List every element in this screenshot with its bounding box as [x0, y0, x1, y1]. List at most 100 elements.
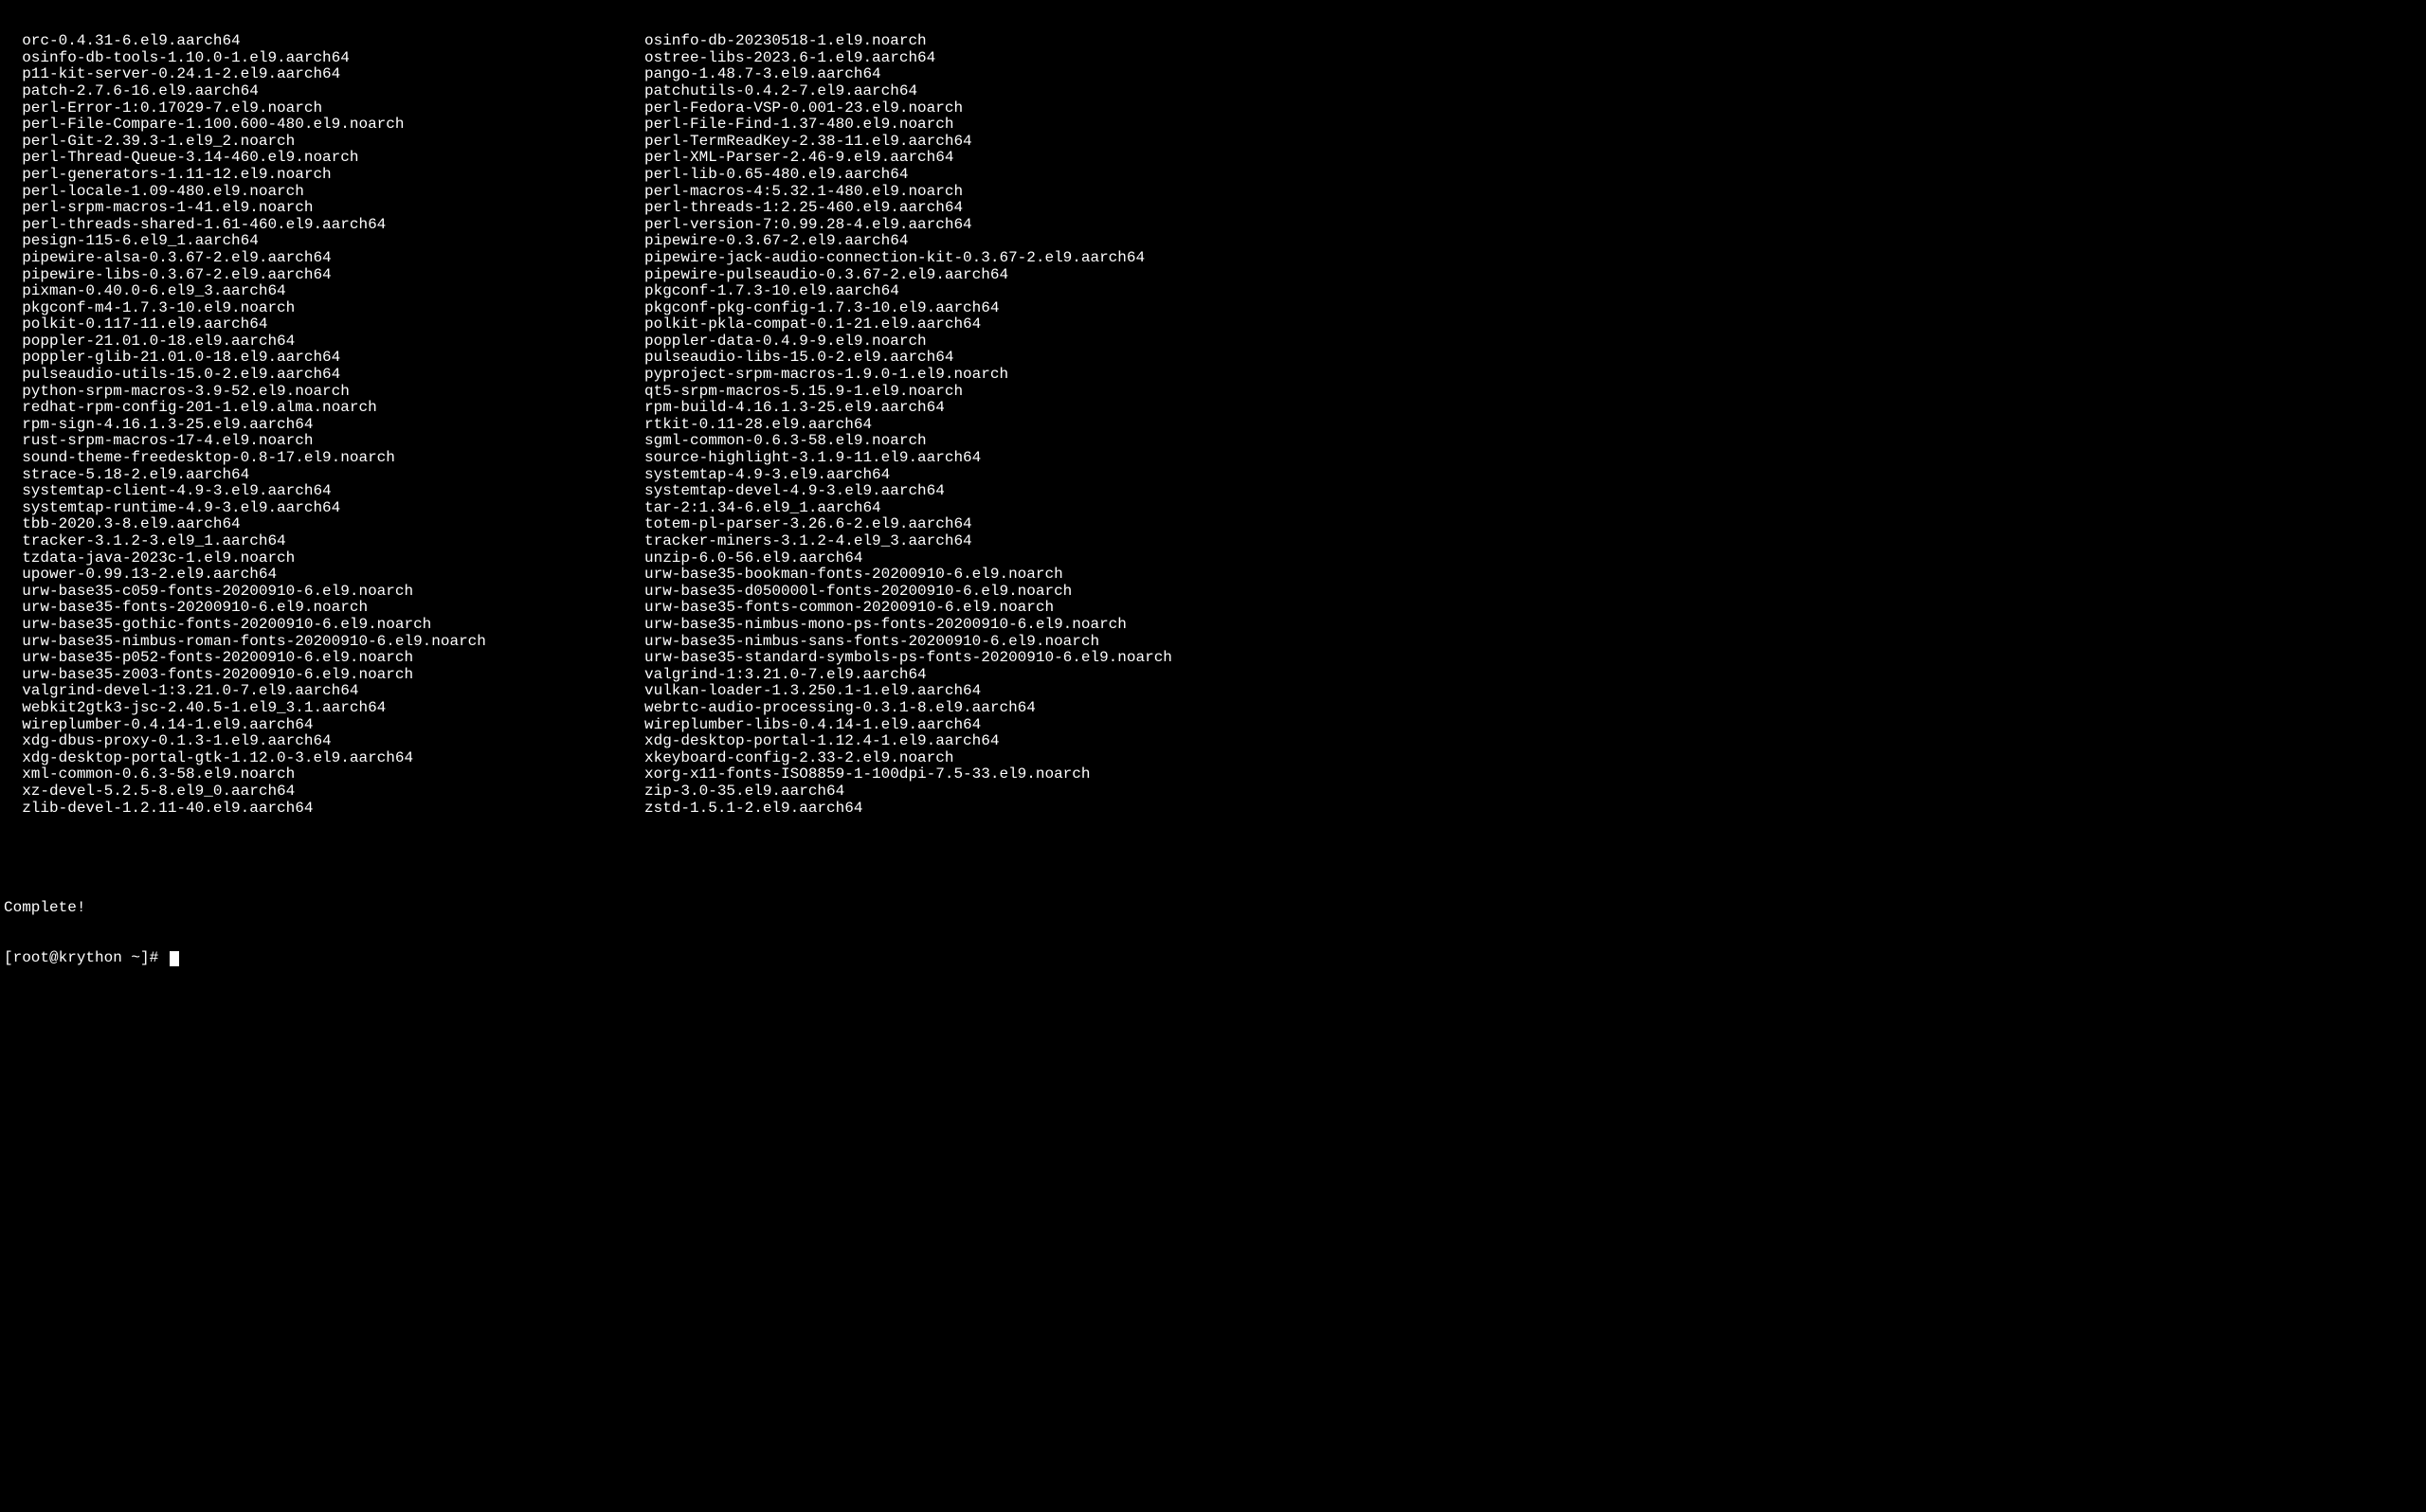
- package-item: p11-kit-server-0.24.1-2.el9.aarch64: [4, 66, 644, 83]
- package-item: systemtap-4.9-3.el9.aarch64: [644, 467, 2422, 484]
- package-item: qt5-srpm-macros-5.15.9-1.el9.noarch: [644, 384, 2422, 401]
- package-item: zlib-devel-1.2.11-40.el9.aarch64: [4, 801, 644, 818]
- package-item: tracker-miners-3.1.2-4.el9_3.aarch64: [644, 533, 2422, 550]
- package-item: urw-base35-fonts-20200910-6.el9.noarch: [4, 600, 644, 617]
- package-list-left: orc-0.4.31-6.el9.aarch64 osinfo-db-tools…: [4, 33, 644, 817]
- package-item: perl-File-Find-1.37-480.el9.noarch: [644, 117, 2422, 134]
- package-item: zstd-1.5.1-2.el9.aarch64: [644, 801, 2422, 818]
- package-item: sgml-common-0.6.3-58.el9.noarch: [644, 433, 2422, 450]
- package-item: redhat-rpm-config-201-1.el9.alma.noarch: [4, 400, 644, 417]
- package-item: urw-base35-c059-fonts-20200910-6.el9.noa…: [4, 584, 644, 601]
- package-item: webkit2gtk3-jsc-2.40.5-1.el9_3.1.aarch64: [4, 700, 644, 717]
- package-item: xdg-desktop-portal-1.12.4-1.el9.aarch64: [644, 733, 2422, 750]
- package-item: urw-base35-d050000l-fonts-20200910-6.el9…: [644, 584, 2422, 601]
- package-item: valgrind-1:3.21.0-7.el9.aarch64: [644, 667, 2422, 684]
- package-item: perl-version-7:0.99.28-4.el9.aarch64: [644, 217, 2422, 234]
- package-item: perl-TermReadKey-2.38-11.el9.aarch64: [644, 134, 2422, 151]
- package-item: systemtap-client-4.9-3.el9.aarch64: [4, 483, 644, 500]
- package-item: perl-macros-4:5.32.1-480.el9.noarch: [644, 184, 2422, 201]
- package-item: pipewire-jack-audio-connection-kit-0.3.6…: [644, 250, 2422, 267]
- package-item: perl-locale-1.09-480.el9.noarch: [4, 184, 644, 201]
- package-item: urw-base35-nimbus-roman-fonts-20200910-6…: [4, 634, 644, 651]
- package-item: source-highlight-3.1.9-11.el9.aarch64: [644, 450, 2422, 467]
- package-item: osinfo-db-tools-1.10.0-1.el9.aarch64: [4, 50, 644, 67]
- package-item: python-srpm-macros-3.9-52.el9.noarch: [4, 384, 644, 401]
- package-item: systemtap-runtime-4.9-3.el9.aarch64: [4, 500, 644, 517]
- package-item: pipewire-libs-0.3.67-2.el9.aarch64: [4, 267, 644, 284]
- package-item: xdg-desktop-portal-gtk-1.12.0-3.el9.aarc…: [4, 750, 644, 767]
- package-item: polkit-pkla-compat-0.1-21.el9.aarch64: [644, 316, 2422, 333]
- package-item: wireplumber-0.4.14-1.el9.aarch64: [4, 717, 644, 734]
- package-item: patchutils-0.4.2-7.el9.aarch64: [644, 83, 2422, 100]
- package-item: urw-base35-p052-fonts-20200910-6.el9.noa…: [4, 650, 644, 667]
- package-item: urw-base35-standard-symbols-ps-fonts-202…: [644, 650, 2422, 667]
- package-item: xz-devel-5.2.5-8.el9_0.aarch64: [4, 783, 644, 801]
- package-item: poppler-data-0.4.9-9.el9.noarch: [644, 333, 2422, 351]
- package-item: vulkan-loader-1.3.250.1-1.el9.aarch64: [644, 683, 2422, 700]
- package-item: xorg-x11-fonts-ISO8859-1-100dpi-7.5-33.e…: [644, 766, 2422, 783]
- package-item: valgrind-devel-1:3.21.0-7.el9.aarch64: [4, 683, 644, 700]
- package-item: urw-base35-gothic-fonts-20200910-6.el9.n…: [4, 617, 644, 634]
- package-item: poppler-21.01.0-18.el9.aarch64: [4, 333, 644, 351]
- package-item: webrtc-audio-processing-0.3.1-8.el9.aarc…: [644, 700, 2422, 717]
- package-item: rust-srpm-macros-17-4.el9.noarch: [4, 433, 644, 450]
- package-item: pulseaudio-libs-15.0-2.el9.aarch64: [644, 350, 2422, 367]
- package-item: pkgconf-pkg-config-1.7.3-10.el9.aarch64: [644, 300, 2422, 317]
- package-item: unzip-6.0-56.el9.aarch64: [644, 550, 2422, 567]
- package-item: perl-threads-1:2.25-460.el9.aarch64: [644, 200, 2422, 217]
- package-item: pulseaudio-utils-15.0-2.el9.aarch64: [4, 367, 644, 384]
- package-item: osinfo-db-20230518-1.el9.noarch: [644, 33, 2422, 50]
- package-item: strace-5.18-2.el9.aarch64: [4, 467, 644, 484]
- package-item: urw-base35-bookman-fonts-20200910-6.el9.…: [644, 567, 2422, 584]
- package-item: pango-1.48.7-3.el9.aarch64: [644, 66, 2422, 83]
- package-item: orc-0.4.31-6.el9.aarch64: [4, 33, 644, 50]
- terminal-output[interactable]: orc-0.4.31-6.el9.aarch64 osinfo-db-tools…: [4, 0, 2422, 983]
- package-list-columns: orc-0.4.31-6.el9.aarch64 osinfo-db-tools…: [4, 33, 2422, 817]
- shell-prompt: [root@krython ~]#: [4, 949, 168, 966]
- package-item: perl-srpm-macros-1-41.el9.noarch: [4, 200, 644, 217]
- package-item: upower-0.99.13-2.el9.aarch64: [4, 567, 644, 584]
- package-item: polkit-0.117-11.el9.aarch64: [4, 316, 644, 333]
- package-item: pesign-115-6.el9_1.aarch64: [4, 233, 644, 250]
- package-item: systemtap-devel-4.9-3.el9.aarch64: [644, 483, 2422, 500]
- complete-message: Complete!: [4, 900, 2422, 917]
- package-item: pipewire-alsa-0.3.67-2.el9.aarch64: [4, 250, 644, 267]
- package-item: xkeyboard-config-2.33-2.el9.noarch: [644, 750, 2422, 767]
- shell-prompt-line[interactable]: [root@krython ~]#: [4, 950, 2422, 967]
- package-item: urw-base35-fonts-common-20200910-6.el9.n…: [644, 600, 2422, 617]
- package-item: perl-Thread-Queue-3.14-460.el9.noarch: [4, 150, 644, 167]
- package-item: rpm-build-4.16.1.3-25.el9.aarch64: [644, 400, 2422, 417]
- package-item: pipewire-0.3.67-2.el9.aarch64: [644, 233, 2422, 250]
- package-item: pyproject-srpm-macros-1.9.0-1.el9.noarch: [644, 367, 2422, 384]
- package-item: urw-base35-nimbus-mono-ps-fonts-20200910…: [644, 617, 2422, 634]
- package-item: rtkit-0.11-28.el9.aarch64: [644, 417, 2422, 434]
- package-item: poppler-glib-21.01.0-18.el9.aarch64: [4, 350, 644, 367]
- package-item: tracker-3.1.2-3.el9_1.aarch64: [4, 533, 644, 550]
- package-item: wireplumber-libs-0.4.14-1.el9.aarch64: [644, 717, 2422, 734]
- package-item: perl-Error-1:0.17029-7.el9.noarch: [4, 100, 644, 117]
- package-item: pixman-0.40.0-6.el9_3.aarch64: [4, 283, 644, 300]
- package-list-right: osinfo-db-20230518-1.el9.noarchostree-li…: [644, 33, 2422, 817]
- package-item: tar-2:1.34-6.el9_1.aarch64: [644, 500, 2422, 517]
- cursor: [170, 951, 179, 966]
- package-item: perl-XML-Parser-2.46-9.el9.aarch64: [644, 150, 2422, 167]
- package-item: ostree-libs-2023.6-1.el9.aarch64: [644, 50, 2422, 67]
- blank-line: [4, 850, 2422, 867]
- package-item: rpm-sign-4.16.1.3-25.el9.aarch64: [4, 417, 644, 434]
- package-item: xdg-dbus-proxy-0.1.3-1.el9.aarch64: [4, 733, 644, 750]
- package-item: pipewire-pulseaudio-0.3.67-2.el9.aarch64: [644, 267, 2422, 284]
- package-item: totem-pl-parser-3.26.6-2.el9.aarch64: [644, 516, 2422, 533]
- package-item: perl-threads-shared-1.61-460.el9.aarch64: [4, 217, 644, 234]
- package-item: tzdata-java-2023c-1.el9.noarch: [4, 550, 644, 567]
- package-item: perl-generators-1.11-12.el9.noarch: [4, 167, 644, 184]
- package-item: perl-lib-0.65-480.el9.aarch64: [644, 167, 2422, 184]
- package-item: pkgconf-m4-1.7.3-10.el9.noarch: [4, 300, 644, 317]
- package-item: xml-common-0.6.3-58.el9.noarch: [4, 766, 644, 783]
- package-item: perl-File-Compare-1.100.600-480.el9.noar…: [4, 117, 644, 134]
- package-item: zip-3.0-35.el9.aarch64: [644, 783, 2422, 801]
- package-item: pkgconf-1.7.3-10.el9.aarch64: [644, 283, 2422, 300]
- package-item: perl-Fedora-VSP-0.001-23.el9.noarch: [644, 100, 2422, 117]
- package-item: patch-2.7.6-16.el9.aarch64: [4, 83, 644, 100]
- package-item: sound-theme-freedesktop-0.8-17.el9.noarc…: [4, 450, 644, 467]
- package-item: tbb-2020.3-8.el9.aarch64: [4, 516, 644, 533]
